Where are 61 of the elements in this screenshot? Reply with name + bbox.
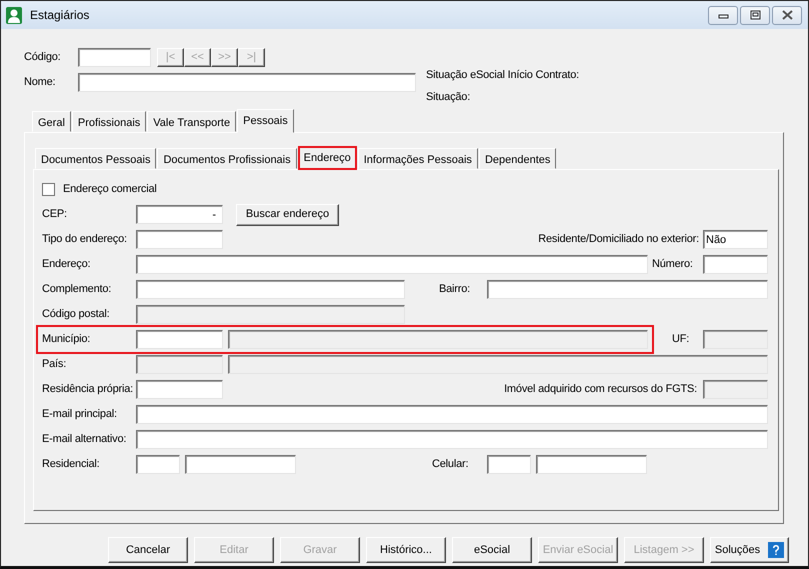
minimize-button[interactable] [708, 6, 738, 24]
tab[interactable]: Documentos Profissionais [157, 148, 297, 169]
input-field[interactable] [136, 330, 223, 349]
tab[interactable]: Profissionais [72, 111, 146, 132]
input-field[interactable]: Não [703, 230, 768, 249]
input-field[interactable] [487, 280, 768, 299]
field-label: Código postal: [42, 307, 111, 322]
input-field[interactable] [136, 255, 648, 274]
input-field[interactable] [136, 430, 768, 449]
field-label: País: [42, 357, 68, 372]
restore-icon [748, 9, 762, 21]
input-field[interactable]: - [136, 205, 223, 224]
field-label: Residência própria: [42, 382, 134, 398]
field-label: E-mail principal: [42, 407, 118, 422]
user-icon [6, 6, 22, 24]
field-label: Residencial: [42, 457, 101, 472]
input-field[interactable] [136, 380, 223, 399]
status-label: Situação eSocial Início Contrato: [426, 68, 579, 83]
checkbox[interactable] [42, 183, 55, 196]
field-label: E-mail alternativo: [42, 432, 128, 448]
close-button[interactable] [772, 6, 802, 24]
field-label: UF: [672, 332, 690, 348]
close-icon [780, 9, 794, 21]
tab[interactable]: Geral [32, 111, 71, 132]
checkbox-label[interactable]: Endereço comercial [63, 181, 157, 198]
tab[interactable]: Dependentes [478, 148, 556, 169]
input-field[interactable] [703, 255, 768, 274]
action-button[interactable]: Histórico... [366, 537, 446, 563]
codigo-field[interactable] [78, 48, 151, 67]
field-label: Nome: [24, 75, 56, 90]
input-field[interactable] [136, 455, 180, 474]
field-label: Bairro: [439, 282, 471, 298]
action-button[interactable]: Cancelar [108, 537, 188, 563]
field-label: Complemento: [42, 282, 112, 298]
field-label: Residente/Domiciliado no exterior: [537, 232, 699, 248]
input-field[interactable] [185, 455, 296, 474]
tab[interactable]: Endereço [298, 146, 357, 170]
search-address-button[interactable]: Buscar endereço [236, 204, 339, 226]
nome-field[interactable] [78, 73, 416, 92]
tab[interactable]: Informações Pessoais [358, 148, 478, 169]
input-field[interactable] [487, 455, 531, 474]
input-field[interactable] [136, 280, 405, 299]
tab[interactable]: Documentos Pessoais [35, 148, 156, 169]
field-label: Código: [24, 50, 62, 66]
action-button[interactable]: Soluções [710, 537, 789, 563]
input-field[interactable] [136, 230, 223, 249]
tab[interactable]: Vale Transporte [147, 111, 236, 132]
status-label: Situação: [426, 90, 472, 105]
tab[interactable]: Pessoais [237, 109, 294, 133]
field-label: Endereço: [42, 257, 92, 272]
window-title: Estagiários [30, 7, 90, 24]
input-field[interactable] [536, 455, 647, 474]
action-button[interactable]: eSocial [452, 537, 532, 563]
field-label: Número: [652, 257, 694, 272]
field-label: Imóvel adquirido com recursos do FGTS: [503, 382, 697, 398]
field-label: Celular: [432, 457, 470, 472]
field-label: CEP: [42, 207, 68, 222]
input-field[interactable] [136, 405, 768, 424]
field-label: Município: [42, 332, 92, 348]
field-label: Tipo do endereço: [42, 232, 128, 248]
maximize-button[interactable] [740, 6, 770, 24]
